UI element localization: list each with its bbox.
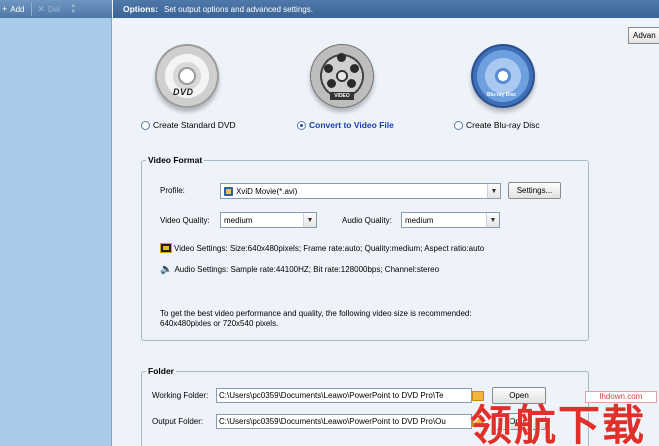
video-quality-select[interactable]: medium ▼ <box>220 212 317 228</box>
add-label: Add <box>10 4 25 14</box>
dvd-disc-label: DVD <box>173 87 194 97</box>
audio-settings-info: 🔈 Audio Settings: Sample rate:44100HZ; B… <box>160 264 439 275</box>
options-header: Options: Set output options and advanced… <box>113 0 659 18</box>
add-button[interactable]: + Add <box>2 3 25 14</box>
audio-settings-text: Audio Settings: Sample rate:44100HZ; Bit… <box>174 265 440 274</box>
note-line-2: 640x480pixles or 720x540 pixels. <box>160 319 279 328</box>
reel-hole <box>337 53 346 62</box>
radio-convert-video-label: Convert to Video File <box>309 120 394 130</box>
video-tag: VIDEO <box>330 92 354 100</box>
move-arrows: ▲ ▼ <box>70 3 76 15</box>
left-toolbar: + Add ✕ Del ▲ ▼ <box>0 0 112 18</box>
radio-create-dvd-label: Create Standard DVD <box>153 120 236 130</box>
x-icon: ✕ <box>37 3 46 14</box>
reel-hole <box>324 64 333 73</box>
radio-create-dvd[interactable]: Create Standard DVD <box>141 120 236 130</box>
options-description: Set output options and advanced settings… <box>163 4 313 14</box>
watermark-site: lhdown.com <box>585 391 657 403</box>
bluray-disc-icon[interactable]: Blu-ray Disc <box>471 44 535 108</box>
chevron-down-icon[interactable]: ▼ <box>486 213 499 227</box>
working-folder-label: Working Folder: <box>152 391 209 400</box>
output-folder-label: Output Folder: <box>152 417 204 426</box>
left-panel: + Add ✕ Del ▲ ▼ <box>0 0 112 446</box>
radio-button[interactable] <box>141 120 150 130</box>
video-quality-label: Video Quality: <box>160 216 210 225</box>
chevron-down-icon[interactable]: ▼ <box>487 184 500 198</box>
video-format-group: Video Format Profile: XviD Movie(*.avi) … <box>141 155 589 341</box>
radio-button[interactable] <box>297 120 306 130</box>
audio-quality-label: Audio Quality: <box>342 216 392 225</box>
bluray-disc-label: Blu-ray Disc <box>487 92 517 98</box>
video-settings-text: Video Settings: Size:640x480pixels; Fram… <box>174 243 485 253</box>
del-label: Del <box>48 4 61 14</box>
reel-hole <box>350 64 359 73</box>
speaker-icon: 🔈 <box>160 264 173 275</box>
video-reel-icon[interactable]: VIDEO <box>310 44 374 108</box>
move-down-icon[interactable]: ▼ <box>70 9 76 15</box>
video-format-title: Video Format <box>146 155 205 165</box>
toolbar-divider <box>30 2 32 16</box>
radio-create-bluray-label: Create Blu-ray Disc <box>466 120 540 130</box>
xvid-icon <box>224 186 233 196</box>
radio-button[interactable] <box>454 120 463 130</box>
radio-convert-video[interactable]: Convert to Video File <box>297 120 394 130</box>
audio-quality-select[interactable]: medium ▼ <box>401 212 500 228</box>
options-panel: Advan DVD VIDEO Blu-ray Disc Create Stan… <box>113 18 659 446</box>
plus-icon: + <box>2 3 8 14</box>
reel-hole <box>347 79 356 88</box>
advanced-button[interactable]: Advan <box>628 27 659 44</box>
del-button[interactable]: ✕ Del <box>37 3 61 14</box>
settings-button[interactable]: Settings... <box>508 182 561 199</box>
dvd-disc-icon[interactable]: DVD <box>155 44 219 108</box>
chevron-down-icon[interactable]: ▼ <box>303 213 316 227</box>
working-folder-input[interactable]: C:\Users\pc0359\Documents\Leawo\PowerPoi… <box>216 388 472 403</box>
reel-hole <box>327 79 336 88</box>
folder-title: Folder <box>146 366 176 376</box>
radio-create-bluray[interactable]: Create Blu-ray Disc <box>454 120 540 130</box>
recommendation-note: To get the best video performance and qu… <box>160 309 580 329</box>
note-line-1: To get the best video performance and qu… <box>160 309 472 318</box>
profile-select[interactable]: XviD Movie(*.avi) ▼ <box>220 183 501 199</box>
video-settings-info: Video Settings: Size:640x480pixels; Fram… <box>160 243 484 253</box>
video-quality-value: medium <box>224 215 253 225</box>
options-title: Options: <box>123 4 158 14</box>
output-folder-input[interactable]: C:\Users\pc0359\Documents\Leawo\PowerPoi… <box>216 414 472 429</box>
profile-label: Profile: <box>160 186 185 195</box>
film-icon <box>160 243 172 253</box>
profile-value: XviD Movie(*.avi) <box>236 186 298 196</box>
audio-quality-value: medium <box>405 215 434 225</box>
